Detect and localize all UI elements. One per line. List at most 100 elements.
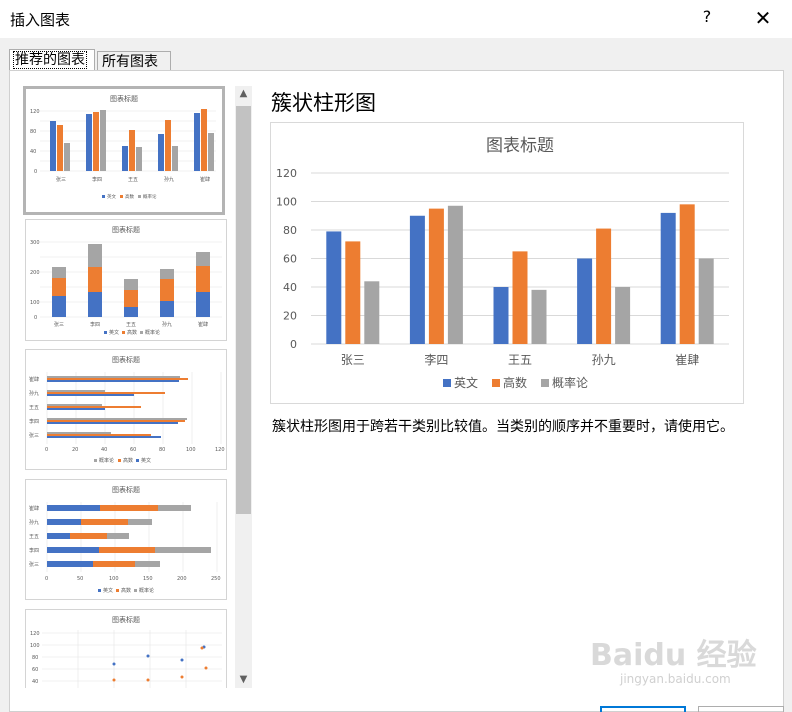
thumbnail-stacked-bar[interactable]: 图表标题 崔肆 孙九 王五 李四 张三 0 50 100 150 200 250 英文 高数 概率… xyxy=(25,479,227,600)
thumbnail-clustered-bar[interactable]: 图表标题 崔肆 孙九 王五 李四 张三 0 20 40 60 80 100 120 概率论 高数 英… xyxy=(25,349,227,470)
chart-description: 簇状柱形图用于跨若干类别比较值。当类别的顺序并不重要时，请使用它。 xyxy=(272,419,734,435)
x-tick-label: 崔肆 xyxy=(675,353,699,367)
svg-text:崔肆: 崔肆 xyxy=(29,376,39,383)
svg-text:250: 250 xyxy=(211,576,221,582)
svg-text:200: 200 xyxy=(177,576,187,582)
close-button[interactable]: ✕ xyxy=(754,6,772,30)
y-tick-label: 60 xyxy=(283,253,297,266)
bar xyxy=(512,251,528,344)
scroll-up-arrow[interactable]: ▲ xyxy=(235,86,252,102)
thumbnail-scatter[interactable]: 图表标题 120 100 80 60 40 xyxy=(25,609,227,688)
svg-text:高数: 高数 xyxy=(125,193,134,200)
bar xyxy=(596,228,612,344)
legend-swatch xyxy=(541,379,549,387)
y-tick-label: 80 xyxy=(283,224,297,237)
bar xyxy=(326,231,342,344)
svg-text:张三: 张三 xyxy=(29,432,39,439)
bar xyxy=(615,287,631,344)
svg-text:40: 40 xyxy=(32,679,38,685)
y-tick-label: 100 xyxy=(276,196,297,209)
chart-preview: 图表标题 0 20 40 60 80 100 120 张三 李四 王五 孙九 崔肆 英文 高数 概率论 xyxy=(270,122,744,404)
svg-text:60: 60 xyxy=(130,447,136,453)
svg-text:李四: 李四 xyxy=(90,321,100,328)
x-tick-label: 孙九 xyxy=(592,353,616,367)
svg-text:100: 100 xyxy=(30,300,40,306)
svg-text:英文: 英文 xyxy=(103,587,113,594)
thumbnail-title: 图表标题 xyxy=(112,616,140,624)
svg-text:李四: 李四 xyxy=(92,176,102,183)
svg-text:李四: 李四 xyxy=(29,547,39,554)
svg-text:40: 40 xyxy=(101,447,107,453)
y-tick-label: 20 xyxy=(283,310,297,323)
y-tick-label: 0 xyxy=(290,338,297,351)
svg-text:孙九: 孙九 xyxy=(29,519,39,526)
watermark-url: jingyan.baidu.com xyxy=(620,672,731,686)
svg-text:王五: 王五 xyxy=(29,534,39,540)
svg-text:概率论: 概率论 xyxy=(143,193,157,200)
help-button[interactable]: ? xyxy=(698,7,716,26)
svg-text:概率论: 概率论 xyxy=(145,329,160,336)
svg-text:张三: 张三 xyxy=(56,176,66,183)
thumbnail-stacked-column[interactable]: 图表标题 300 200 100 0 张三 李四 王五 孙九 崔肆 英文 高数 概率论 xyxy=(25,219,227,341)
svg-text:崔肆: 崔肆 xyxy=(29,505,39,512)
svg-text:王五: 王五 xyxy=(29,405,39,411)
svg-text:崔肆: 崔肆 xyxy=(198,321,208,328)
clustered-column-thumbnail-chart: 120 80 40 0 张三 李四 王五 孙九 崔肆 英文 高数 概率论 xyxy=(30,109,216,200)
y-tick-label: 120 xyxy=(276,167,297,180)
svg-text:高数: 高数 xyxy=(121,587,131,594)
svg-text:100: 100 xyxy=(109,576,119,582)
svg-text:100: 100 xyxy=(186,447,196,453)
svg-text:王五: 王五 xyxy=(126,322,136,328)
svg-text:孙九: 孙九 xyxy=(164,176,174,183)
svg-text:80: 80 xyxy=(159,447,165,453)
thumbnail-title: 图表标题 xyxy=(110,95,138,103)
svg-text:孙九: 孙九 xyxy=(29,390,39,397)
chart-type-name: 簇状柱形图 xyxy=(271,91,376,115)
svg-text:崔肆: 崔肆 xyxy=(200,176,210,183)
svg-text:0: 0 xyxy=(34,315,37,321)
svg-text:50: 50 xyxy=(77,576,83,582)
clustered-bar-thumbnail-chart: 崔肆孙九王五李四张三 0 20 40 60 80 100 120 概率论 高数 英文 xyxy=(29,372,225,464)
legend-label: 概率论 xyxy=(552,375,588,390)
stacked-bar-thumbnail-chart: 崔肆孙九王五李四张三 0 50 100 150 200 250 英文 高数 概率论 xyxy=(29,502,221,594)
svg-text:0: 0 xyxy=(45,447,48,453)
tab-recommended-label: 推荐的图表 xyxy=(13,51,87,69)
svg-text:80: 80 xyxy=(30,129,36,135)
svg-text:0: 0 xyxy=(45,576,48,582)
svg-text:概率论: 概率论 xyxy=(139,587,154,594)
svg-text:60: 60 xyxy=(32,667,38,673)
svg-text:概率论: 概率论 xyxy=(99,457,114,464)
bar xyxy=(409,215,425,344)
svg-text:120: 120 xyxy=(30,109,40,115)
tab-recommended-charts[interactable]: 推荐的图表 xyxy=(9,49,95,71)
svg-text:100: 100 xyxy=(30,643,40,649)
scroll-down-arrow[interactable]: ▼ xyxy=(235,672,252,688)
chart-title: 图表标题 xyxy=(486,136,554,156)
tab-all-charts[interactable]: 所有图表 xyxy=(97,51,171,71)
bar xyxy=(364,281,380,344)
legend-swatch xyxy=(492,379,500,387)
svg-text:高数: 高数 xyxy=(123,457,133,464)
cancel-button[interactable] xyxy=(698,706,784,712)
bar xyxy=(577,258,593,344)
legend-swatch xyxy=(443,379,451,387)
svg-text:张三: 张三 xyxy=(54,321,64,328)
svg-text:王五: 王五 xyxy=(128,177,138,183)
bar xyxy=(660,212,676,344)
tab-all-label: 所有图表 xyxy=(102,54,158,70)
svg-text:120: 120 xyxy=(215,447,225,453)
svg-text:80: 80 xyxy=(32,655,38,661)
watermark-logo: Baidu 经验 xyxy=(590,638,757,673)
thumbnail-title: 图表标题 xyxy=(112,226,140,234)
ok-button[interactable] xyxy=(600,706,686,712)
svg-text:孙九: 孙九 xyxy=(162,321,172,328)
x-tick-label: 李四 xyxy=(424,352,448,367)
x-tick-label: 张三 xyxy=(341,353,365,367)
title-bar: 插入图表 ? ✕ xyxy=(0,0,792,38)
svg-text:0: 0 xyxy=(34,169,37,175)
thumbnail-scrollbar[interactable]: ▲ ▼ xyxy=(235,86,252,688)
svg-text:40: 40 xyxy=(30,149,36,155)
scrollbar-thumb[interactable] xyxy=(236,106,251,514)
thumbnail-clustered-column[interactable]: 图表标题 120 80 40 0 张三 李四 王五 孙九 崔肆 英文 高数 概率论 xyxy=(23,86,225,215)
thumbnail-list: 图表标题 120 80 40 0 张三 李四 王五 孙九 崔肆 英文 高数 概率论 图表标题 xyxy=(23,86,235,688)
